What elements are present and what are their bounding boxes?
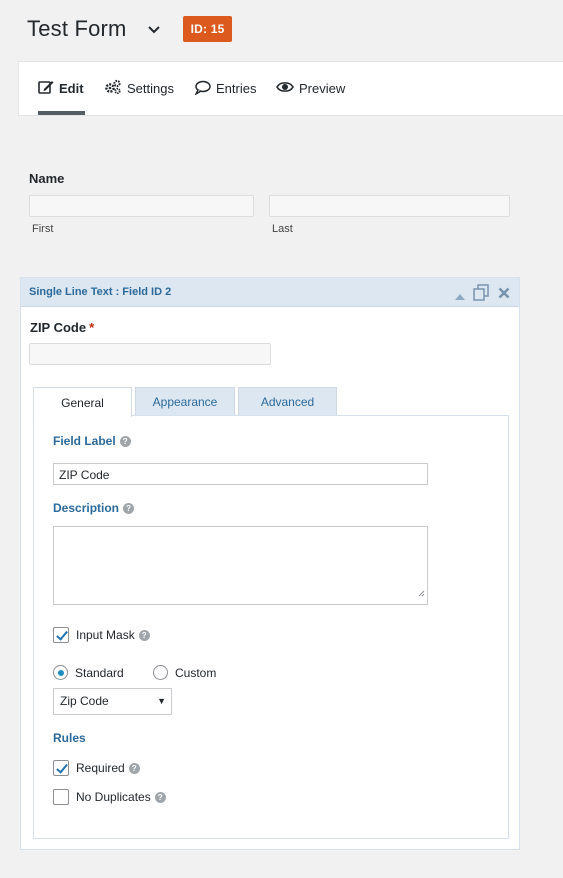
name-field-label: Name (29, 171, 65, 186)
general-settings-panel: Field Label ? ZIP Code Description ? Inp… (33, 415, 509, 839)
mask-select[interactable]: Zip Code ▼ (53, 688, 172, 715)
description-heading-text: Description (53, 501, 120, 515)
mask-custom-option[interactable]: Custom (153, 665, 216, 680)
tab-settings-label: Settings (127, 81, 174, 96)
tab-settings[interactable]: Settings (104, 62, 174, 115)
required-marker: * (89, 320, 95, 335)
first-name-input[interactable] (29, 195, 254, 217)
eye-icon (276, 80, 299, 97)
tab-appearance[interactable]: Appearance (135, 387, 235, 416)
zip-code-preview-input[interactable] (29, 343, 271, 365)
form-toolbar: Edit Settings Entries Preview (18, 61, 563, 116)
tab-edit-label: Edit (59, 81, 84, 96)
required-option[interactable]: Required ? (53, 760, 140, 776)
standard-radio-label: Standard (75, 665, 124, 680)
mask-standard-option[interactable]: Standard (53, 665, 124, 680)
gears-icon (104, 79, 127, 98)
collapse-arrow-icon[interactable] (455, 288, 465, 306)
input-mask-checkbox[interactable] (53, 627, 69, 643)
help-icon[interactable]: ? (138, 629, 150, 641)
no-duplicates-label: No Duplicates (76, 790, 151, 804)
field-label-heading-text: Field Label (53, 434, 116, 448)
field-label-heading: Field Label ? (53, 434, 131, 448)
resize-grip-icon[interactable] (418, 584, 425, 602)
tab-edit[interactable]: Edit (38, 62, 85, 115)
no-duplicates-option[interactable]: No Duplicates ? (53, 789, 166, 805)
field-editor-title: Single Line Text : Field ID 2 (29, 286, 172, 298)
chevron-down-icon[interactable] (147, 22, 161, 40)
field-editor: Single Line Text : Field ID 2 ZIP Code * … (20, 277, 520, 850)
description-textarea[interactable] (53, 526, 428, 605)
rules-heading: Rules (53, 731, 86, 745)
comment-icon (194, 80, 216, 98)
form-id-badge: ID: 15 (182, 16, 233, 42)
zip-code-label-text: ZIP Code (30, 320, 87, 335)
field-label-input[interactable]: ZIP Code (53, 463, 428, 485)
custom-radio-label: Custom (175, 665, 217, 680)
help-icon[interactable]: ? (154, 791, 166, 803)
last-name-input[interactable] (269, 195, 510, 217)
tab-advanced[interactable]: Advanced (238, 387, 337, 416)
no-duplicates-checkbox[interactable] (53, 789, 69, 805)
delete-icon[interactable] (498, 286, 510, 304)
input-mask-label: Input Mask (76, 628, 135, 642)
zip-code-field-label: ZIP Code * (30, 320, 94, 335)
standard-radio[interactable] (53, 665, 68, 680)
input-mask-option[interactable]: Input Mask ? (53, 627, 150, 643)
duplicate-icon[interactable] (473, 284, 490, 306)
required-label: Required (76, 761, 125, 775)
help-icon[interactable]: ? (123, 502, 135, 514)
edit-icon (38, 80, 59, 97)
tab-general[interactable]: General (33, 387, 132, 417)
required-checkbox[interactable] (53, 760, 69, 776)
first-name-sublabel: First (32, 223, 54, 235)
page-header: Test Form ID: 15 (27, 14, 233, 44)
custom-radio[interactable] (153, 665, 168, 680)
dropdown-caret-icon: ▼ (157, 696, 166, 706)
tab-entries[interactable]: Entries (194, 62, 256, 115)
form-title: Test Form (27, 16, 127, 41)
help-icon[interactable]: ? (128, 762, 140, 774)
field-editor-header: Single Line Text : Field ID 2 (21, 278, 519, 307)
mask-select-value: Zip Code (60, 694, 109, 708)
description-heading: Description ? (53, 501, 135, 515)
help-icon[interactable]: ? (119, 435, 131, 447)
tab-entries-label: Entries (216, 81, 257, 96)
tab-preview[interactable]: Preview (276, 62, 345, 115)
tab-preview-label: Preview (299, 81, 346, 96)
last-name-sublabel: Last (272, 223, 293, 235)
